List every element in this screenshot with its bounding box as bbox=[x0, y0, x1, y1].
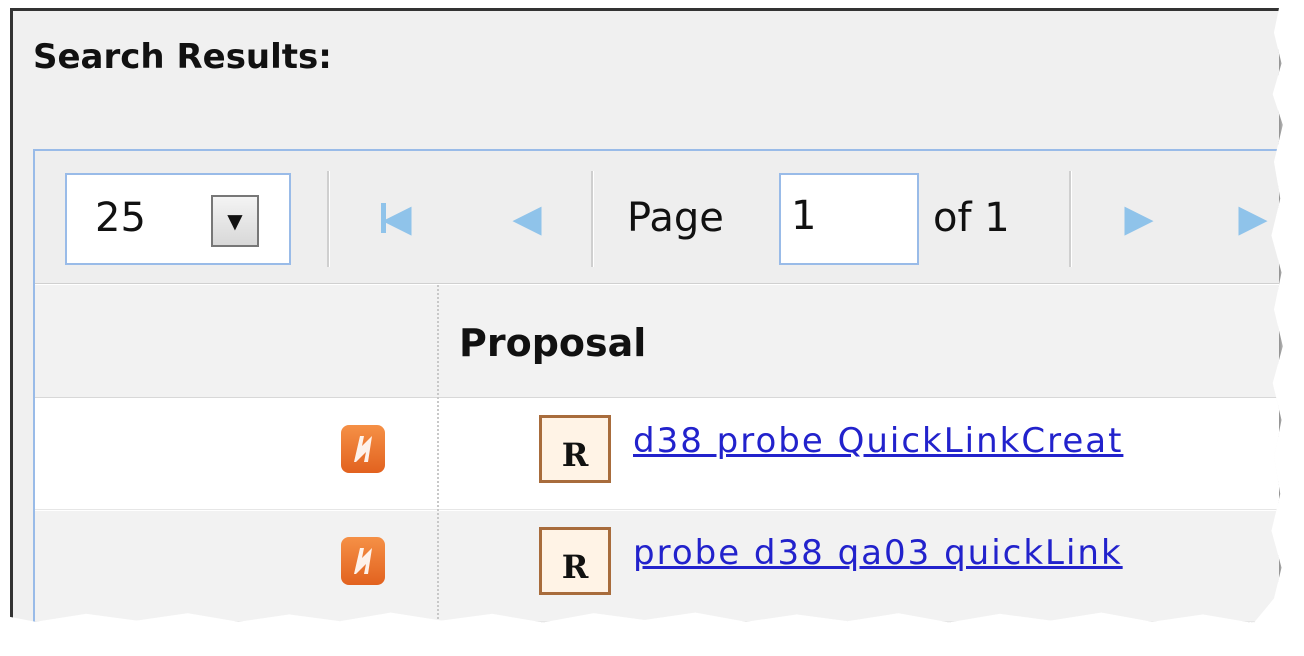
previous-page-icon[interactable]: ◀ bbox=[509, 191, 545, 245]
page-count-label: of 1 bbox=[933, 195, 1010, 241]
results-grid: 25 ▼ ◀ ◀ Page 1 of 1 ▶ ▶ Proposal R d38 … bbox=[33, 149, 1279, 623]
toolbar-separator bbox=[327, 171, 330, 267]
table-row: R probe d38 qa03 quickLink bbox=[35, 511, 1279, 622]
r-badge-icon: R bbox=[539, 415, 611, 483]
next-page-icon[interactable]: ▶ bbox=[1121, 191, 1157, 245]
page-size-select[interactable]: 25 ▼ bbox=[65, 173, 291, 265]
proposal-link[interactable]: probe d38 qa03 quickLink bbox=[633, 533, 1123, 573]
toolbar-separator bbox=[591, 171, 594, 267]
search-results-title: Search Results: bbox=[33, 37, 332, 77]
table-row: R d38 probe QuickLinkCreat bbox=[35, 399, 1279, 510]
page-label: Page bbox=[627, 195, 724, 241]
search-results-window: Search Results: 25 ▼ ◀ ◀ Page 1 of 1 ▶ ▶… bbox=[10, 8, 1279, 623]
column-divider bbox=[437, 285, 439, 623]
document-link-icon[interactable] bbox=[341, 425, 385, 473]
column-header-row bbox=[35, 285, 1279, 398]
document-link-icon[interactable] bbox=[341, 537, 385, 585]
toolbar-separator bbox=[1069, 171, 1072, 267]
first-page-icon[interactable]: ◀ bbox=[379, 191, 415, 245]
page-size-value: 25 bbox=[95, 195, 146, 241]
dropdown-arrow-icon[interactable]: ▼ bbox=[211, 195, 259, 247]
paging-toolbar: 25 ▼ ◀ ◀ Page 1 of 1 ▶ ▶ bbox=[35, 151, 1279, 284]
last-page-icon[interactable]: ▶ bbox=[1235, 191, 1271, 245]
proposal-link[interactable]: d38 probe QuickLinkCreat bbox=[633, 421, 1123, 461]
column-header-proposal[interactable]: Proposal bbox=[459, 321, 646, 365]
r-badge-icon: R bbox=[539, 527, 611, 595]
page-number-input[interactable]: 1 bbox=[779, 173, 919, 265]
